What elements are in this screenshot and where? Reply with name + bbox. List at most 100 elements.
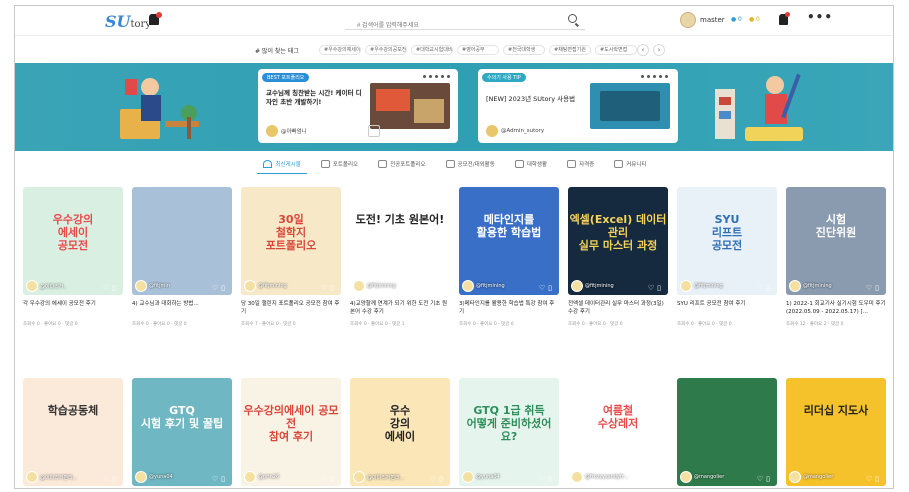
post-card[interactable]: 시험 진단위원 @fitjmining ♡▯ 1) 2022-1 회교기사 실기시험 … xyxy=(786,187,886,327)
post-author[interactable]: @이다리거편리... xyxy=(353,471,404,483)
post-author[interactable]: @prin26 xyxy=(244,471,279,483)
like-bookmark-icon[interactable]: ♡▯ xyxy=(430,475,446,483)
post-thumbnail[interactable]: 도전! 기초 원본어! @fitjmining ♡▯ xyxy=(350,187,450,295)
like-bookmark-icon[interactable]: ♡▯ xyxy=(321,475,337,483)
post-title[interactable]: 각 우수강의 에세이 공모전 후기 xyxy=(23,300,123,318)
post-author[interactable]: @yuna04 xyxy=(462,471,500,483)
post-thumbnail[interactable]: 30일 철학지 포트폴리오 @fitjmining ♡▯ xyxy=(241,187,341,295)
post-author[interactable]: @이다리거.. xyxy=(26,280,67,292)
post-card[interactable]: GTQ 시험 후기 및 꿀팁 @yuna04 ♡▯ xyxy=(132,378,232,486)
tag-chip[interactable]: #전국대학생 xyxy=(503,45,545,55)
post-thumbnail[interactable]: SYU 리프트 공모전 @fitjmining ♡▯ xyxy=(677,187,777,295)
post-author[interactable]: @이다리거편리... xyxy=(26,471,77,483)
post-author[interactable]: @fitjmining xyxy=(571,280,614,292)
username[interactable]: master xyxy=(700,16,725,24)
tab-latest[interactable]: 최신게시물 xyxy=(257,154,307,174)
search-icon[interactable] xyxy=(568,14,577,23)
like-bookmark-icon[interactable]: ♡▯ xyxy=(866,475,882,483)
like-bookmark-icon[interactable]: ♡▯ xyxy=(212,475,228,483)
post-author[interactable]: @fitjmining xyxy=(244,280,287,292)
post-thumbnail[interactable]: 우수강의에세이 공모전 참여 후기 @prin26 ♡▯ xyxy=(241,378,341,486)
post-card[interactable]: 엑셀(Excel) 데이터관리 실무 마스터 과정 @fitjmining ♡▯ 전액… xyxy=(568,187,668,327)
tags-next-icon[interactable]: › xyxy=(653,44,665,56)
tag-chip[interactable]: #도시락면접 xyxy=(595,45,637,55)
post-card[interactable]: 우수강의 에세이 공모전 @이다리거.. ♡▯ 각 우수강의 에세이 공모전 후기 조회… xyxy=(23,187,123,327)
post-title[interactable]: SYU 리프트 공모전 참여 후기 xyxy=(677,300,777,318)
post-thumbnail[interactable]: GTQ 시험 후기 및 꿀팁 @yuna04 ♡▯ xyxy=(132,378,232,486)
like-bookmark-icon[interactable]: ♡▯ xyxy=(648,475,664,483)
post-thumbnail[interactable]: 리더십 지도사 @mangolier ♡▯ xyxy=(786,378,886,486)
search-input[interactable] xyxy=(357,18,557,34)
tab-certificate[interactable]: 자격증 xyxy=(561,154,600,174)
tab-portfolio[interactable]: 포트폴리오 xyxy=(315,154,364,174)
post-thumbnail[interactable]: @mangolier ♡▯ xyxy=(677,378,777,486)
post-author[interactable]: @fitjmin xyxy=(135,280,170,292)
post-author[interactable]: @mangolier xyxy=(680,471,724,483)
search-bar[interactable] xyxy=(345,12,585,34)
post-card[interactable]: 우수강의에세이 공모전 참여 후기 @prin26 ♡▯ xyxy=(241,378,341,486)
post-author[interactable]: @fitjmining xyxy=(462,280,505,292)
post-title[interactable]: 전액셀 데이터관리 실무 마스터 과정(3일) 수강 후기 xyxy=(568,300,668,318)
like-bookmark-icon[interactable]: ♡▯ xyxy=(212,284,228,292)
tab-major-portfolio[interactable]: 전공포트폴리오 xyxy=(372,154,431,174)
post-thumbnail[interactable]: 메타인지를 활용한 학습법 @fitjmining ♡▯ xyxy=(459,187,559,295)
post-thumbnail[interactable]: 학습공동체 @이다리거편리... ♡▯ xyxy=(23,378,123,486)
more-menu-button[interactable]: ••• xyxy=(807,10,833,24)
post-author[interactable]: @fitjmining xyxy=(680,280,723,292)
tags-prev-icon[interactable]: ‹ xyxy=(637,44,649,56)
post-card[interactable]: @fitjmin ♡▯ 4) 교수님과 대화하는 방법... 조회수 0 · 좋아요 … xyxy=(132,187,232,327)
like-bookmark-icon[interactable]: ♡▯ xyxy=(321,284,337,292)
post-thumbnail[interactable]: 우수 강의 에세이 @이다리거편리... ♡▯ xyxy=(350,378,450,486)
post-title[interactable]: 3)메타인지를 활용한 학습법 특강 참여 후기 xyxy=(459,300,559,318)
post-thumbnail[interactable]: 여름철 수상레저 @frozzysandyfr... ♡▯ xyxy=(568,378,668,486)
profile-icon[interactable] xyxy=(368,125,380,137)
post-author[interactable]: @mangolier xyxy=(789,471,833,483)
like-bookmark-icon[interactable]: ♡▯ xyxy=(103,475,119,483)
post-title[interactable]: 당 30일 챌린지 포트폴리오 공모전 참여 후기 xyxy=(241,300,341,318)
post-card[interactable]: 리더십 지도사 @mangolier ♡▯ xyxy=(786,378,886,486)
post-title[interactable]: 4)교양할께 연계가 되기 위한 도전 기초 원본어 수강 후기 xyxy=(350,300,450,318)
tag-chip[interactable]: #채팅면접기원 xyxy=(549,45,591,55)
tab-contest[interactable]: 공모전/대외활동 xyxy=(440,154,501,174)
like-bookmark-icon[interactable]: ♡▯ xyxy=(648,284,664,292)
like-bookmark-icon[interactable]: ♡▯ xyxy=(430,284,446,292)
post-card[interactable]: @mangolier ♡▯ xyxy=(677,378,777,486)
post-thumbnail[interactable]: 우수강의 에세이 공모전 @이다리거.. ♡▯ xyxy=(23,187,123,295)
post-card[interactable]: 도전! 기초 원본어! @fitjmining ♡▯ 4)교양할께 연계가 되기 위한… xyxy=(350,187,450,327)
usage-tip-card[interactable]: 수의기 사용 TIP [NEW] 2023년 SUtory 사용법 @Admin… xyxy=(478,69,678,143)
avatar[interactable] xyxy=(680,12,696,28)
post-title[interactable]: 4) 교수님과 대화하는 방법... xyxy=(132,300,232,318)
tab-community[interactable]: 커뮤니티 xyxy=(608,154,652,174)
best-portfolio-card[interactable]: BEST 포트폴리오 교수님께 칭찬받는 시간! 케이터 디자인 초반 개발하기… xyxy=(258,69,458,143)
tag-chip[interactable]: #대학교시험대비 xyxy=(411,45,453,55)
like-bookmark-icon[interactable]: ♡▯ xyxy=(757,284,773,292)
like-bookmark-icon[interactable]: ♡▯ xyxy=(539,284,555,292)
post-author[interactable]: @fitjmining xyxy=(789,280,832,292)
post-card[interactable]: 메타인지를 활용한 학습법 @fitjmining ♡▯ 3)메타인지를 활용한 학습… xyxy=(459,187,559,327)
like-bookmark-icon[interactable]: ♡▯ xyxy=(539,475,555,483)
tag-chip[interactable]: #우수강의예세이 xyxy=(319,45,361,55)
post-card[interactable]: 여름철 수상레저 @frozzysandyfr... ♡▯ xyxy=(568,378,668,486)
tab-campus-life[interactable]: 대학생활 xyxy=(509,154,553,174)
post-card[interactable]: 30일 철학지 포트폴리오 @fitjmining ♡▯ 당 30일 챌린지 포트폴리… xyxy=(241,187,341,327)
notification-bell-icon[interactable] xyxy=(779,12,790,25)
post-thumbnail[interactable]: 시험 진단위원 @fitjmining ♡▯ xyxy=(786,187,886,295)
post-card[interactable]: SYU 리프트 공모전 @fitjmining ♡▯ SYU 리프트 공모전 참여 후… xyxy=(677,187,777,327)
app-window: SUtory master ● 0 ● 0 ••• # 많이 찾는 태그 #우수… xyxy=(14,5,894,489)
post-author[interactable]: @yuna04 xyxy=(135,471,173,483)
like-bookmark-icon[interactable]: ♡▯ xyxy=(103,284,119,292)
post-card[interactable]: 우수 강의 에세이 @이다리거편리... ♡▯ xyxy=(350,378,450,486)
post-card[interactable]: 학습공동체 @이다리거편리... ♡▯ xyxy=(23,378,123,486)
like-bookmark-icon[interactable]: ♡▯ xyxy=(866,284,882,292)
post-thumbnail[interactable]: @fitjmin ♡▯ xyxy=(132,187,232,295)
tag-chip[interactable]: #영어공부 xyxy=(457,45,499,55)
site-logo[interactable]: SUtory xyxy=(105,12,151,31)
post-author[interactable]: @frozzysandyfr... xyxy=(571,471,628,483)
post-author[interactable]: @fitjmining xyxy=(353,280,396,292)
post-title[interactable]: 1) 2022-1 회교기사 실기시험 도우미 후기 (2022.05.09 -… xyxy=(786,300,886,318)
tag-chip[interactable]: #우수강의공모전 xyxy=(365,45,407,55)
post-thumbnail[interactable]: 엑셀(Excel) 데이터관리 실무 마스터 과정 @fitjmining ♡▯ xyxy=(568,187,668,295)
post-thumbnail[interactable]: GTQ 1급 취득 어떻게 준비하셨어요? @yuna04 ♡▯ xyxy=(459,378,559,486)
post-card[interactable]: GTQ 1급 취득 어떻게 준비하셨어요? @yuna04 ♡▯ xyxy=(459,378,559,486)
like-bookmark-icon[interactable]: ♡▯ xyxy=(757,475,773,483)
